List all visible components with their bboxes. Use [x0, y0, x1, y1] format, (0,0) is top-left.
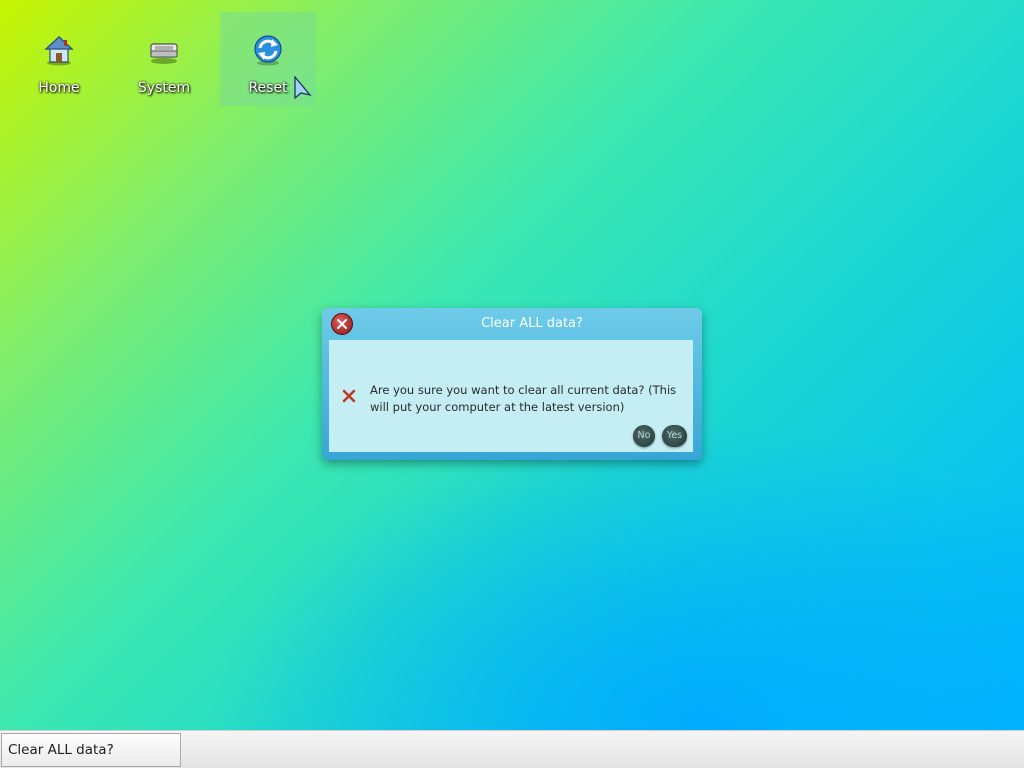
- desktop[interactable]: Home System Reset Clear ALL data? Are yo…: [0, 0, 1024, 730]
- close-icon: [337, 319, 347, 329]
- dialog-message: Are you sure you want to clear all curre…: [370, 383, 677, 414]
- taskbar-item-dialog[interactable]: Clear ALL data?: [1, 733, 181, 767]
- refresh-icon: [254, 35, 282, 66]
- desktop-icon-label: Home: [38, 80, 80, 96]
- close-button[interactable]: [331, 313, 353, 335]
- desktop-icon-label: System: [137, 80, 191, 96]
- taskbar: Clear ALL data?: [0, 730, 1024, 768]
- home-icon: [44, 36, 74, 66]
- drive-icon: [150, 43, 178, 64]
- yes-button[interactable]: Yes: [662, 425, 687, 447]
- confirm-dialog: Clear ALL data? Are you sure you want to…: [322, 308, 702, 460]
- dialog-titlebar[interactable]: Clear ALL data?: [322, 308, 702, 340]
- desktop-icon-system[interactable]: System: [116, 12, 212, 106]
- error-x-icon: [342, 389, 356, 403]
- dialog-title: Clear ALL data?: [481, 316, 583, 331]
- desktop-icon-home[interactable]: Home: [11, 12, 107, 106]
- no-button[interactable]: No: [633, 425, 655, 447]
- dialog-body: Are you sure you want to clear all curre…: [329, 340, 693, 452]
- mouse-pointer-icon: [294, 76, 312, 100]
